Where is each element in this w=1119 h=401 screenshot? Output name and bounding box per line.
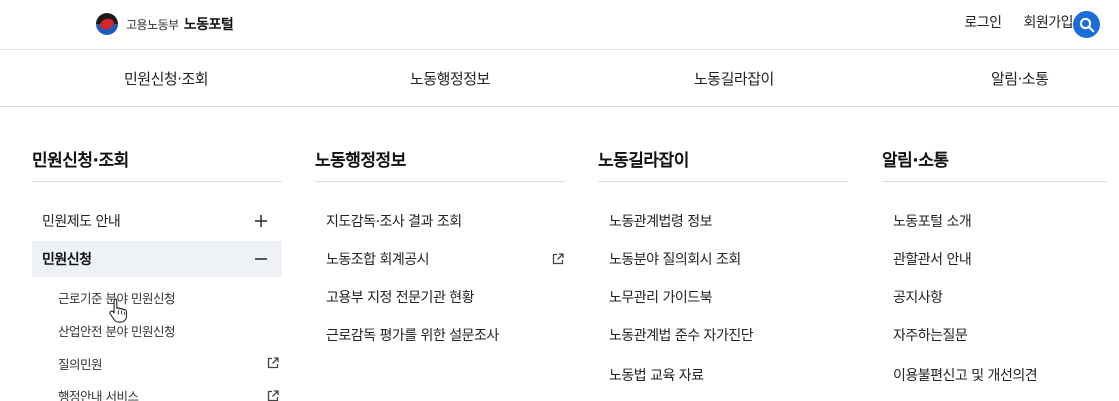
menu-item-label: 노동관계법 준수 자가진단 (609, 328, 754, 344)
search-icon (1079, 17, 1094, 32)
accordion-label: 민원신청 (42, 252, 92, 268)
sub-item-labor-standards-petition[interactable]: 근로기준 분야 민원신청 (32, 282, 282, 312)
site-logo[interactable]: 고용노동부 노동포털 (96, 13, 234, 35)
accordion-civil-system-guide[interactable]: 민원제도 안내 (32, 203, 282, 239)
sub-item-inquiry-petition[interactable]: 질의민원 (32, 348, 282, 378)
accordion-label: 민원제도 안내 (42, 214, 121, 230)
hand-cursor-icon (109, 298, 128, 323)
col-divider (882, 181, 1107, 182)
col-title: 알림·소통 (882, 151, 949, 171)
menu-item-inspection-results[interactable]: 지도감독·조사 결과 조회 (326, 203, 565, 239)
nav-labor-admin-info[interactable]: 노동행정정보 (410, 68, 490, 89)
external-link-icon (267, 357, 279, 369)
external-link-icon (552, 253, 564, 265)
menu-item-label: 노동관계법령 정보 (609, 214, 713, 230)
sub-item-industrial-safety-petition[interactable]: 산업안전 분야 민원신청 (32, 315, 282, 345)
sub-item-label: 산업안전 분야 민원신청 (58, 323, 175, 339)
main-nav: 민원신청·조회 노동행정정보 노동길라잡이 알림·소통 (0, 50, 1119, 107)
minus-icon (255, 258, 267, 260)
menu-item-labor-law-info[interactable]: 노동관계법령 정보 (609, 203, 713, 239)
menu-item-label: 노동조합 회계공시 (326, 252, 430, 268)
menu-item-label: 공지사항 (893, 290, 943, 306)
plus-icon (255, 215, 267, 227)
menu-item-label: 노동분야 질의회시 조회 (609, 252, 741, 268)
external-link-icon (267, 390, 279, 401)
col-title: 민원신청·조회 (32, 151, 129, 171)
menu-item-labor-inquiry-replies[interactable]: 노동분야 질의회시 조회 (609, 241, 741, 277)
col-divider (315, 181, 565, 182)
menu-item-designated-institutions[interactable]: 고용부 지정 전문기관 현황 (326, 279, 565, 315)
menu-item-label: 노무관리 가이드북 (609, 290, 713, 306)
menu-item-inspection-survey[interactable]: 근로감독 평가를 위한 설문조사 (326, 317, 565, 353)
col-title: 노동행정정보 (315, 151, 406, 171)
col-title: 노동길라잡이 (598, 151, 689, 171)
menu-item-label: 지도감독·조사 결과 조회 (326, 214, 462, 230)
col-divider (32, 181, 282, 182)
menu-item-union-accounting[interactable]: 노동조합 회계공시 (326, 241, 565, 277)
signup-link[interactable]: 회원가입 (1023, 12, 1073, 32)
menu-item-faq[interactable]: 자주하는질문 (893, 317, 968, 353)
mega-menu: 민원신청·조회 민원제도 안내 민원신청 근로기준 분야 민원신청 산업안전 분… (0, 108, 1119, 401)
menu-item-feedback-report[interactable]: 이용불편신고 및 개선의견 (893, 357, 1038, 393)
menu-item-office-guide[interactable]: 관할관서 안내 (893, 241, 972, 277)
search-button[interactable] (1073, 11, 1100, 38)
nav-civil-petition[interactable]: 민원신청·조회 (124, 68, 209, 89)
government-emblem-icon (96, 13, 118, 35)
menu-item-labor-law-education[interactable]: 노동법 교육 자료 (609, 357, 704, 393)
nav-notice-communication[interactable]: 알림·소통 (991, 68, 1049, 89)
accordion-civil-petition[interactable]: 민원신청 (32, 241, 282, 277)
menu-item-label: 노동포털 소개 (893, 214, 972, 230)
sub-item-label: 질의민원 (58, 356, 103, 372)
menu-item-label: 자주하는질문 (893, 328, 968, 344)
menu-item-label: 근로감독 평가를 위한 설문조사 (326, 328, 499, 344)
menu-item-label: 노동법 교육 자료 (609, 368, 704, 384)
menu-item-label: 고용부 지정 전문기관 현황 (326, 290, 475, 306)
menu-item-compliance-self-check[interactable]: 노동관계법 준수 자가진단 (609, 317, 754, 353)
sub-item-admin-guide-service[interactable]: 행정안내 서비스 (32, 381, 282, 401)
ministry-name: 고용노동부 (126, 17, 179, 32)
utility-links: 로그인 회원가입 (942, 12, 1073, 32)
nav-labor-guide[interactable]: 노동길라잡이 (694, 68, 774, 89)
menu-item-label: 이용불편신고 및 개선의견 (893, 368, 1038, 384)
menu-item-labor-mgmt-guidebook[interactable]: 노무관리 가이드북 (609, 279, 713, 315)
portal-name: 노동포털 (183, 17, 234, 33)
top-bar: 고용노동부 노동포털 로그인 회원가입 (0, 0, 1119, 50)
menu-item-label: 관할관서 안내 (893, 252, 972, 268)
menu-item-notices[interactable]: 공지사항 (893, 279, 943, 315)
sub-item-label: 행정안내 서비스 (58, 389, 139, 401)
login-link[interactable]: 로그인 (964, 12, 1002, 32)
menu-item-portal-intro[interactable]: 노동포털 소개 (893, 203, 972, 239)
col-divider (598, 181, 848, 182)
